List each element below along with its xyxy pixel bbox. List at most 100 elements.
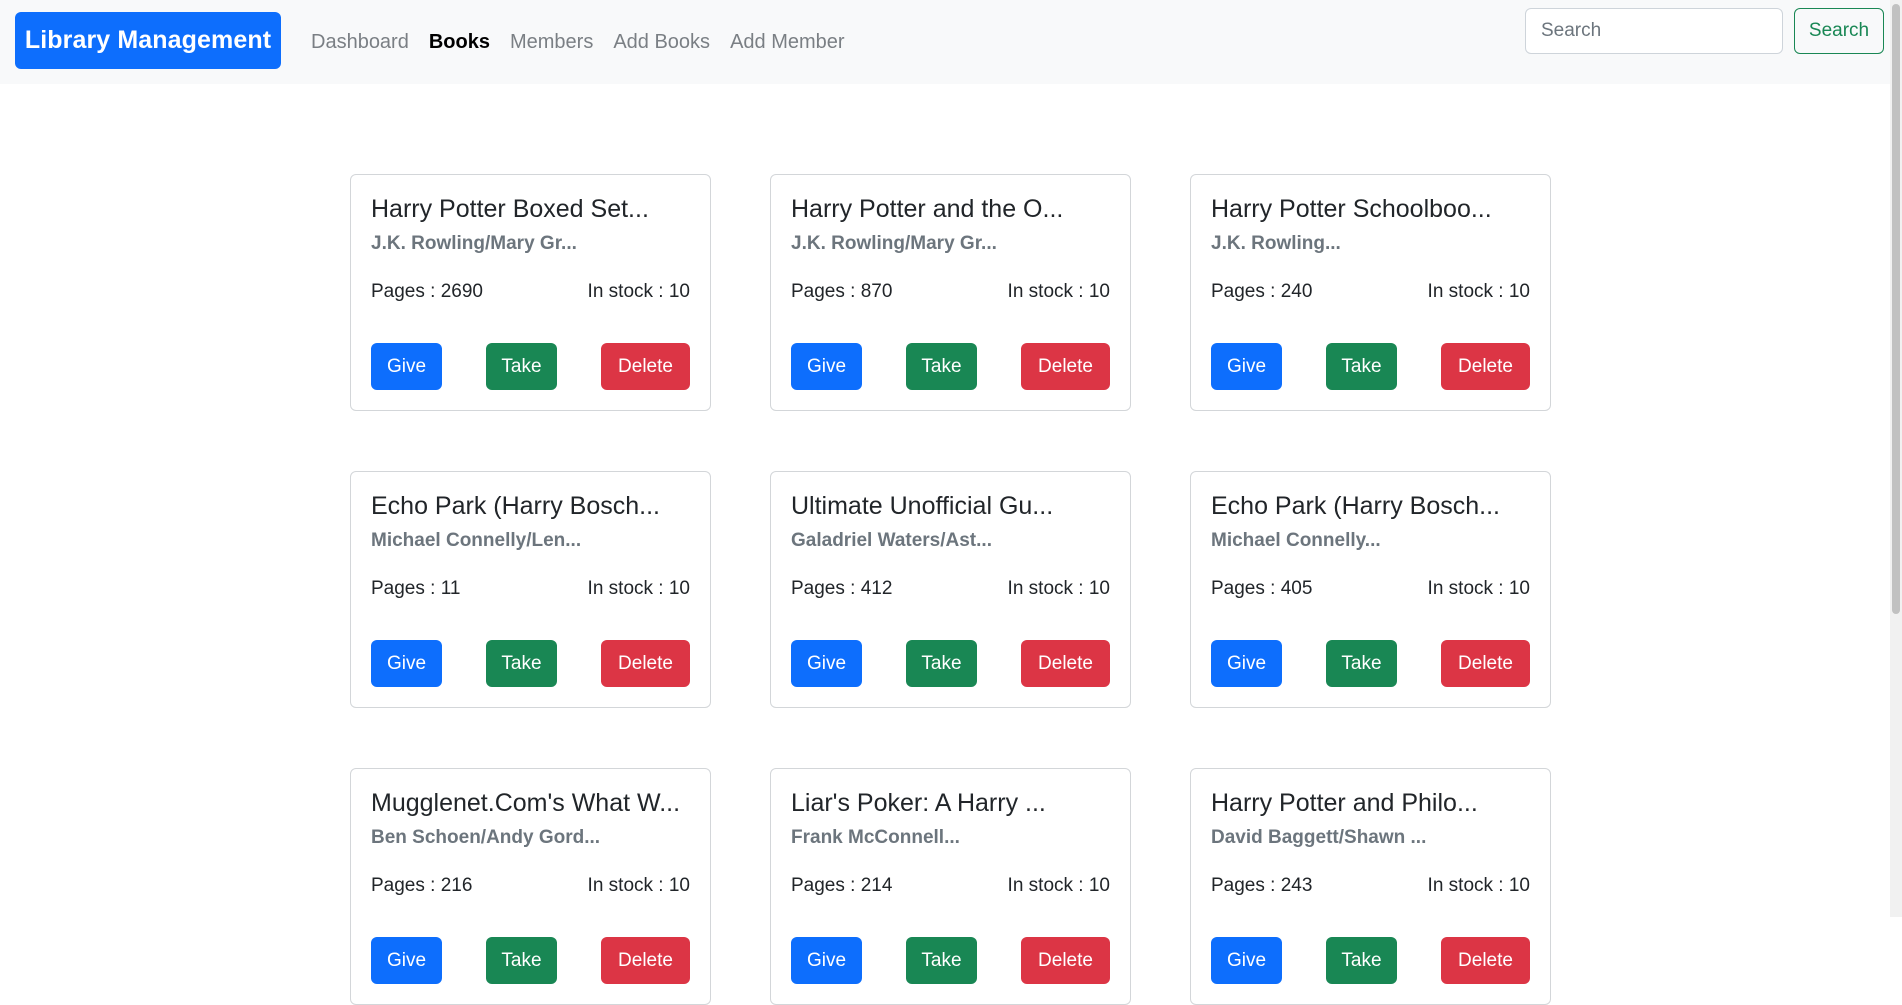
- book-stock-value: 10: [1088, 281, 1110, 302]
- book-title: Harry Potter and the O...: [791, 195, 1064, 223]
- take-button[interactable]: Take: [1326, 937, 1397, 984]
- book-stock: In stock : 10: [1007, 281, 1110, 302]
- search-input[interactable]: [1525, 8, 1783, 54]
- book-author: Michael Connelly...: [1211, 530, 1381, 551]
- book-card: Echo Park (Harry Bosch... Michael Connel…: [1190, 471, 1551, 708]
- book-stock: In stock : 10: [1007, 578, 1110, 599]
- nav-links: Dashboard Books Members Add Books Add Me…: [311, 0, 845, 84]
- book-meta: Pages : 405 In stock : 10: [1211, 578, 1530, 600]
- book-title: Harry Potter Schoolboo...: [1211, 195, 1492, 223]
- delete-button[interactable]: Delete: [1441, 937, 1530, 984]
- book-pages: Pages : 11: [371, 578, 461, 599]
- book-card: Ultimate Unofficial Gu... Galadriel Wate…: [770, 471, 1131, 708]
- book-author: J.K. Rowling/Mary Gr...: [791, 233, 997, 254]
- nav-link-add-books[interactable]: Add Books: [613, 31, 710, 54]
- book-stock-value: 10: [1508, 578, 1530, 599]
- book-actions: Give Take Delete: [1211, 640, 1530, 687]
- book-actions: Give Take Delete: [791, 937, 1110, 984]
- book-card: Harry Potter Schoolboo... J.K. Rowling..…: [1190, 174, 1551, 411]
- delete-button[interactable]: Delete: [601, 640, 690, 687]
- delete-button[interactable]: Delete: [1441, 343, 1530, 390]
- give-button[interactable]: Give: [371, 937, 442, 984]
- book-stock: In stock : 10: [1427, 875, 1530, 896]
- book-pages: Pages : 243: [1211, 875, 1313, 896]
- book-author: J.K. Rowling/Mary Gr...: [371, 233, 577, 254]
- give-button[interactable]: Give: [791, 640, 862, 687]
- book-author: Ben Schoen/Andy Gord...: [371, 827, 601, 848]
- book-title: Mugglenet.Com's What W...: [371, 789, 681, 817]
- book-pages: Pages : 240: [1211, 281, 1313, 302]
- take-button[interactable]: Take: [486, 640, 557, 687]
- book-card: Echo Park (Harry Bosch... Michael Connel…: [350, 471, 711, 708]
- nav-link-add-member[interactable]: Add Member: [730, 31, 845, 54]
- book-stock-value: 10: [668, 281, 690, 302]
- book-pages: Pages : 2690: [371, 281, 483, 302]
- book-stock: In stock : 10: [587, 281, 690, 302]
- book-stock: In stock : 10: [587, 578, 690, 599]
- give-button[interactable]: Give: [791, 937, 862, 984]
- scrollbar-thumb[interactable]: [1892, 4, 1900, 614]
- book-card: Liar's Poker: A Harry ... Frank McConnel…: [770, 768, 1131, 1005]
- delete-button[interactable]: Delete: [1021, 937, 1110, 984]
- book-actions: Give Take Delete: [791, 640, 1110, 687]
- book-actions: Give Take Delete: [1211, 343, 1530, 390]
- take-button[interactable]: Take: [906, 343, 977, 390]
- nav-link-members[interactable]: Members: [510, 31, 593, 54]
- book-actions: Give Take Delete: [791, 343, 1110, 390]
- book-title: Liar's Poker: A Harry ...: [791, 789, 1046, 817]
- book-pages-value: 240: [1280, 281, 1313, 302]
- book-stock: In stock : 10: [1427, 281, 1530, 302]
- give-button[interactable]: Give: [371, 640, 442, 687]
- book-author: David Baggett/Shawn ...: [1211, 827, 1427, 848]
- nav-link-dashboard[interactable]: Dashboard: [311, 31, 409, 54]
- brand-logo[interactable]: Library Management: [15, 12, 281, 69]
- give-button[interactable]: Give: [791, 343, 862, 390]
- book-pages: Pages : 870: [791, 281, 893, 302]
- book-pages-value: 11: [440, 578, 461, 599]
- book-stock-value: 10: [668, 578, 690, 599]
- book-pages: Pages : 214: [791, 875, 893, 896]
- book-stock-value: 10: [1088, 875, 1110, 896]
- book-title: Harry Potter Boxed Set...: [371, 195, 649, 223]
- book-meta: Pages : 412 In stock : 10: [791, 578, 1110, 600]
- delete-button[interactable]: Delete: [601, 343, 690, 390]
- delete-button[interactable]: Delete: [601, 937, 690, 984]
- book-pages-value: 2690: [440, 281, 483, 302]
- book-card: Harry Potter Boxed Set... J.K. Rowling/M…: [350, 174, 711, 411]
- take-button[interactable]: Take: [486, 937, 557, 984]
- give-button[interactable]: Give: [1211, 640, 1282, 687]
- book-pages-value: 870: [860, 281, 893, 302]
- give-button[interactable]: Give: [371, 343, 442, 390]
- delete-button[interactable]: Delete: [1021, 640, 1110, 687]
- book-pages-value: 243: [1280, 875, 1313, 896]
- delete-button[interactable]: Delete: [1021, 343, 1110, 390]
- book-meta: Pages : 240 In stock : 10: [1211, 281, 1530, 303]
- take-button[interactable]: Take: [1326, 343, 1397, 390]
- book-title: Harry Potter and Philo...: [1211, 789, 1478, 817]
- take-button[interactable]: Take: [906, 937, 977, 984]
- book-actions: Give Take Delete: [1211, 937, 1530, 984]
- search-button[interactable]: Search: [1794, 8, 1884, 54]
- book-author: J.K. Rowling...: [1211, 233, 1341, 254]
- book-pages: Pages : 216: [371, 875, 473, 896]
- book-meta: Pages : 2690 In stock : 10: [371, 281, 690, 303]
- book-pages-value: 412: [860, 578, 893, 599]
- nav-link-books[interactable]: Books: [429, 31, 490, 54]
- book-author: Galadriel Waters/Ast...: [791, 530, 992, 551]
- book-meta: Pages : 243 In stock : 10: [1211, 875, 1530, 897]
- book-card: Mugglenet.Com's What W... Ben Schoen/And…: [350, 768, 711, 1005]
- give-button[interactable]: Give: [1211, 937, 1282, 984]
- scrollbar[interactable]: [1890, 0, 1902, 917]
- book-meta: Pages : 216 In stock : 10: [371, 875, 690, 897]
- book-pages-value: 405: [1280, 578, 1313, 599]
- give-button[interactable]: Give: [1211, 343, 1282, 390]
- book-grid: Harry Potter Boxed Set... J.K. Rowling/M…: [350, 174, 1551, 1005]
- book-pages: Pages : 412: [791, 578, 893, 599]
- take-button[interactable]: Take: [1326, 640, 1397, 687]
- book-actions: Give Take Delete: [371, 343, 690, 390]
- book-stock-value: 10: [668, 875, 690, 896]
- take-button[interactable]: Take: [486, 343, 557, 390]
- book-stock: In stock : 10: [1427, 578, 1530, 599]
- take-button[interactable]: Take: [906, 640, 977, 687]
- delete-button[interactable]: Delete: [1441, 640, 1530, 687]
